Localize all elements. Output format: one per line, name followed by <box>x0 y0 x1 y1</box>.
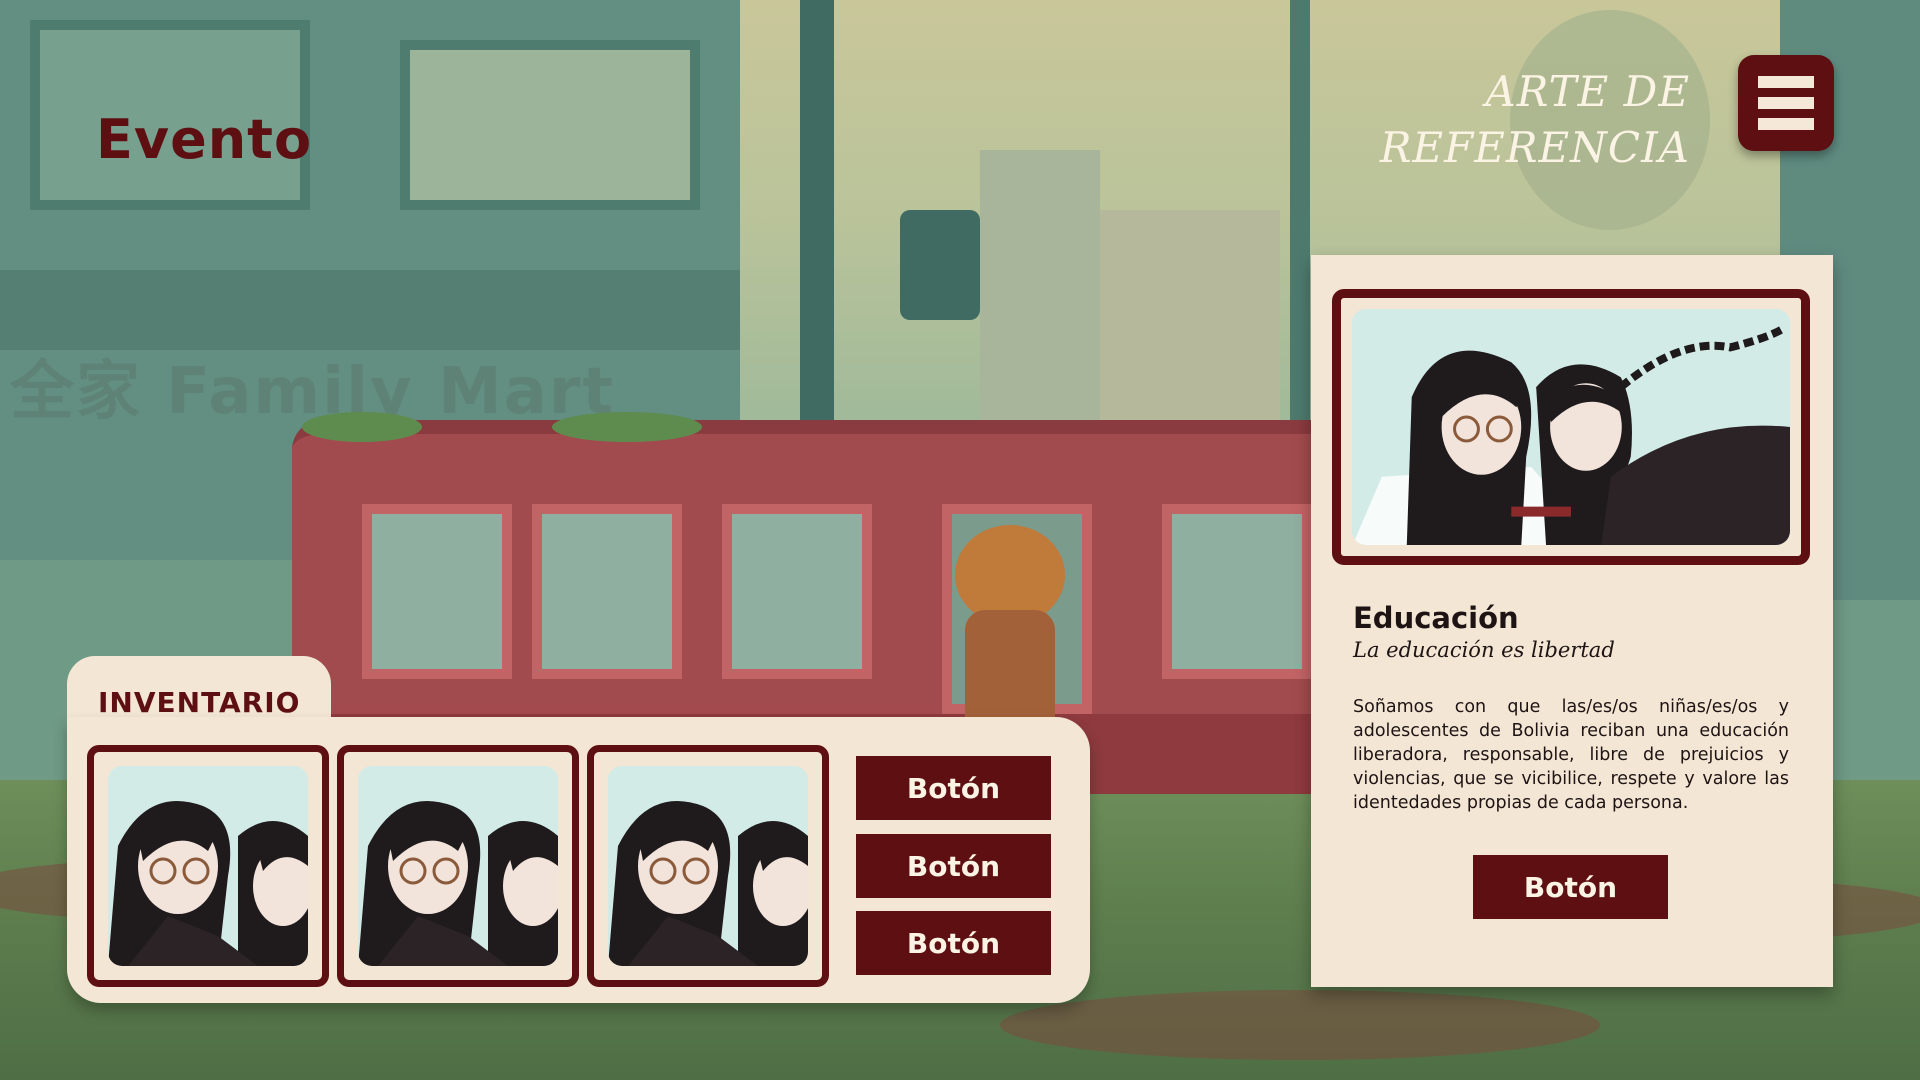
hamburger-menu-icon <box>1758 76 1814 88</box>
hamburger-menu-icon <box>1758 118 1814 130</box>
reference-title-line: ARTE DE <box>1485 67 1690 116</box>
detail-card: Educación La educación es libertad Soñam… <box>1311 255 1833 987</box>
tram-window <box>362 504 512 679</box>
building-left-windows <box>400 40 700 210</box>
tram-window <box>722 504 872 679</box>
mud-patch <box>1000 990 1600 1060</box>
inventory-slot[interactable] <box>87 745 329 987</box>
hamburger-menu-button[interactable] <box>1738 55 1834 151</box>
inventory-label: INVENTARIO <box>98 686 301 719</box>
character-portrait-icon <box>608 766 808 966</box>
building-awning <box>0 270 740 350</box>
character-illustration-icon <box>1352 309 1790 545</box>
building-mid <box>980 150 1100 450</box>
utility-pole <box>1290 0 1310 420</box>
reference-title-line: REFERENCIA <box>1379 123 1690 172</box>
card-title: Educación <box>1353 601 1519 635</box>
card-description: Soñamos con que las/es/os niñas/es/os y … <box>1353 697 1789 813</box>
hamburger-menu-icon <box>1758 97 1814 109</box>
character-portrait-icon <box>358 766 558 966</box>
card-subtitle: La educación es libertad <box>1353 638 1615 662</box>
moss <box>552 412 702 442</box>
inventory-slot[interactable] <box>587 745 829 987</box>
moss <box>302 412 422 442</box>
card-image-frame <box>1332 289 1810 565</box>
inventory-button-1[interactable]: Botón <box>856 756 1051 820</box>
inventory-slot[interactable] <box>337 745 579 987</box>
inventory-button-2[interactable]: Botón <box>856 834 1051 898</box>
inventory-button-3[interactable]: Botón <box>856 911 1051 975</box>
character-portrait-icon <box>108 766 308 966</box>
tram-window <box>532 504 682 679</box>
card-action-button[interactable]: Botón <box>1473 855 1668 919</box>
event-title: Evento <box>96 108 313 171</box>
signal-light <box>900 210 980 320</box>
tram-window <box>1162 504 1312 679</box>
reference-art-title: ARTE DE REFERENCIA <box>1380 64 1690 176</box>
